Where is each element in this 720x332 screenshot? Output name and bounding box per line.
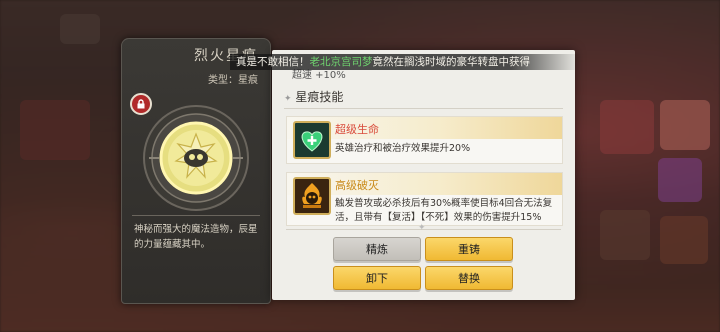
- skill-description: 触发普攻或必杀技后有30%概率使目标4回合无法复活，且带有【复活】【不死】效果的…: [335, 198, 553, 223]
- skull-flame-icon: [293, 177, 331, 215]
- skill-name: 高级破灭: [335, 179, 379, 192]
- bg-item-slot: [660, 100, 710, 150]
- star-mark-emblem-icon: [139, 101, 253, 215]
- bg-item-slot: [20, 100, 90, 160]
- section-divider: [284, 108, 563, 109]
- banner-suffix: 竟然在搁浅时域的豪华转盘中获得: [372, 56, 531, 68]
- skill-card-1[interactable]: 超级生命 英雄治疗和被治疗效果提升20%: [286, 116, 563, 164]
- recast-button[interactable]: 重铸: [425, 237, 513, 261]
- item-detail-card: 烈火星痕 类型：星痕 神秘而强大的魔法造物，辰星的力量蕴藏其中。: [121, 38, 271, 304]
- bg-item-slot: [658, 158, 702, 202]
- item-type: 类型：星痕: [208, 75, 258, 86]
- banner-prefix: 真是不敢相信！: [236, 56, 310, 68]
- banner-player-name: 老北京宫司梦: [309, 56, 373, 68]
- bg-item-slot: [660, 216, 708, 264]
- star-mark-skill-panel: 超速 +10% ✦ 星痕技能 超级生命 英雄治疗和被治疗效果提升20% 高级破灭: [272, 50, 575, 300]
- skill-card-2[interactable]: 高级破灭 触发普攻或必杀技后有30%概率使目标4回合无法复活，且带有【复活】【不…: [286, 172, 563, 226]
- bg-item-slot: [60, 14, 100, 44]
- skill-description: 英雄治疗和被治疗效果提升20%: [335, 143, 471, 154]
- diamond-bullet-icon: ✦: [284, 94, 292, 104]
- unequip-button[interactable]: 卸下: [333, 266, 421, 290]
- replace-button[interactable]: 替换: [425, 266, 513, 290]
- skill-name: 超级生命: [335, 123, 379, 136]
- section-title: ✦ 星痕技能: [284, 88, 343, 105]
- section-title-text: 星痕技能: [295, 90, 344, 104]
- diamond-divider-icon: ✦: [418, 223, 426, 233]
- card-divider: [132, 215, 260, 216]
- heart-plus-icon: [293, 121, 331, 159]
- item-description: 神秘而强大的魔法造物，辰星的力量蕴藏其中。: [134, 224, 258, 250]
- refine-button[interactable]: 精炼: [333, 237, 421, 261]
- broadcast-banner: 真是不敢相信！老北京宫司梦竟然在搁浅时域的豪华转盘中获得: [230, 54, 581, 70]
- bg-item-slot: [600, 210, 650, 260]
- bg-item-slot: [600, 100, 654, 154]
